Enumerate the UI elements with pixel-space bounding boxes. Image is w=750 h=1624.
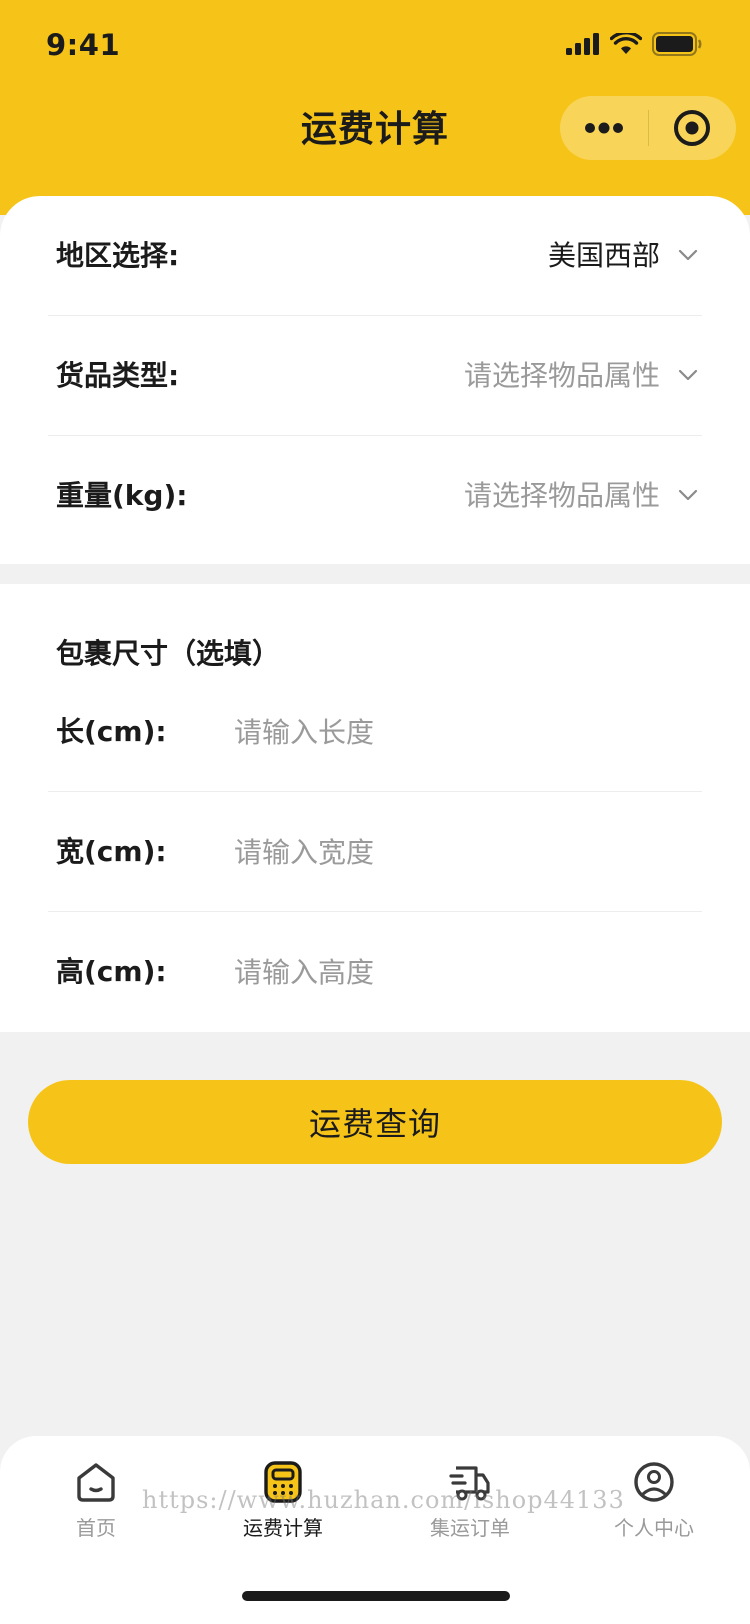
tab-home-label: 首页: [76, 1516, 116, 1540]
more-dots-icon: [584, 122, 623, 134]
width-input[interactable]: [234, 822, 674, 882]
status-time: 9:41: [46, 28, 121, 62]
status-icons: [566, 32, 702, 56]
chevron-down-icon: [678, 369, 698, 381]
height-field-row: 高(cm):: [48, 912, 702, 1032]
signal-icon: [566, 33, 599, 55]
length-input[interactable]: [234, 702, 674, 762]
weight-select[interactable]: 重量(kg): 请选择物品属性: [48, 436, 702, 556]
width-field-row: 宽(cm):: [48, 792, 702, 912]
region-label: 地区选择:: [56, 239, 180, 272]
goods-type-placeholder: 请选择物品属性: [463, 359, 660, 392]
shipping-query-button[interactable]: 运费查询: [28, 1080, 722, 1164]
mini-program-capsule: [560, 96, 736, 160]
weight-label: 重量(kg):: [56, 479, 188, 512]
close-mini-program-button[interactable]: [649, 96, 737, 160]
more-button[interactable]: [560, 96, 648, 160]
height-input[interactable]: [234, 942, 674, 1002]
width-label: 宽(cm):: [56, 835, 167, 868]
length-field-row: 长(cm):: [48, 672, 702, 792]
weight-placeholder: 请选择物品属性: [463, 479, 660, 512]
tab-consolidation-orders-label: 集运订单: [430, 1516, 510, 1540]
region-select[interactable]: 地区选择: 美国西部: [48, 196, 702, 316]
package-size-title: 包裹尺寸（选填）: [56, 637, 281, 670]
watermark: https://www.huzhan.com/ishop44133: [142, 1486, 625, 1514]
tab-profile-label: 个人中心: [614, 1516, 694, 1540]
battery-icon: [652, 32, 702, 56]
shipping-options-card: 地区选择: 美国西部 货品类型: 请选择物品属性 重量(kg): 请选择物品属性: [0, 196, 750, 564]
height-label: 高(cm):: [56, 955, 167, 988]
goods-type-label: 货品类型:: [56, 359, 180, 392]
home-icon: [77, 1463, 115, 1502]
chevron-down-icon: [678, 489, 698, 501]
tab-shipping-calculator-label: 运费计算: [243, 1516, 323, 1540]
user-icon: [634, 1462, 674, 1502]
status-bar: 9:41: [0, 0, 750, 88]
chevron-down-icon: [678, 249, 698, 261]
target-icon: [674, 110, 711, 146]
region-value: 美国西部: [547, 239, 660, 272]
home-indicator: [242, 1591, 510, 1601]
goods-type-select[interactable]: 货品类型: 请选择物品属性: [48, 316, 702, 436]
wifi-icon: [610, 33, 642, 54]
length-label: 长(cm):: [56, 715, 167, 748]
package-size-card: 包裹尺寸（选填） 长(cm): 宽(cm): 高(cm):: [0, 584, 750, 1032]
